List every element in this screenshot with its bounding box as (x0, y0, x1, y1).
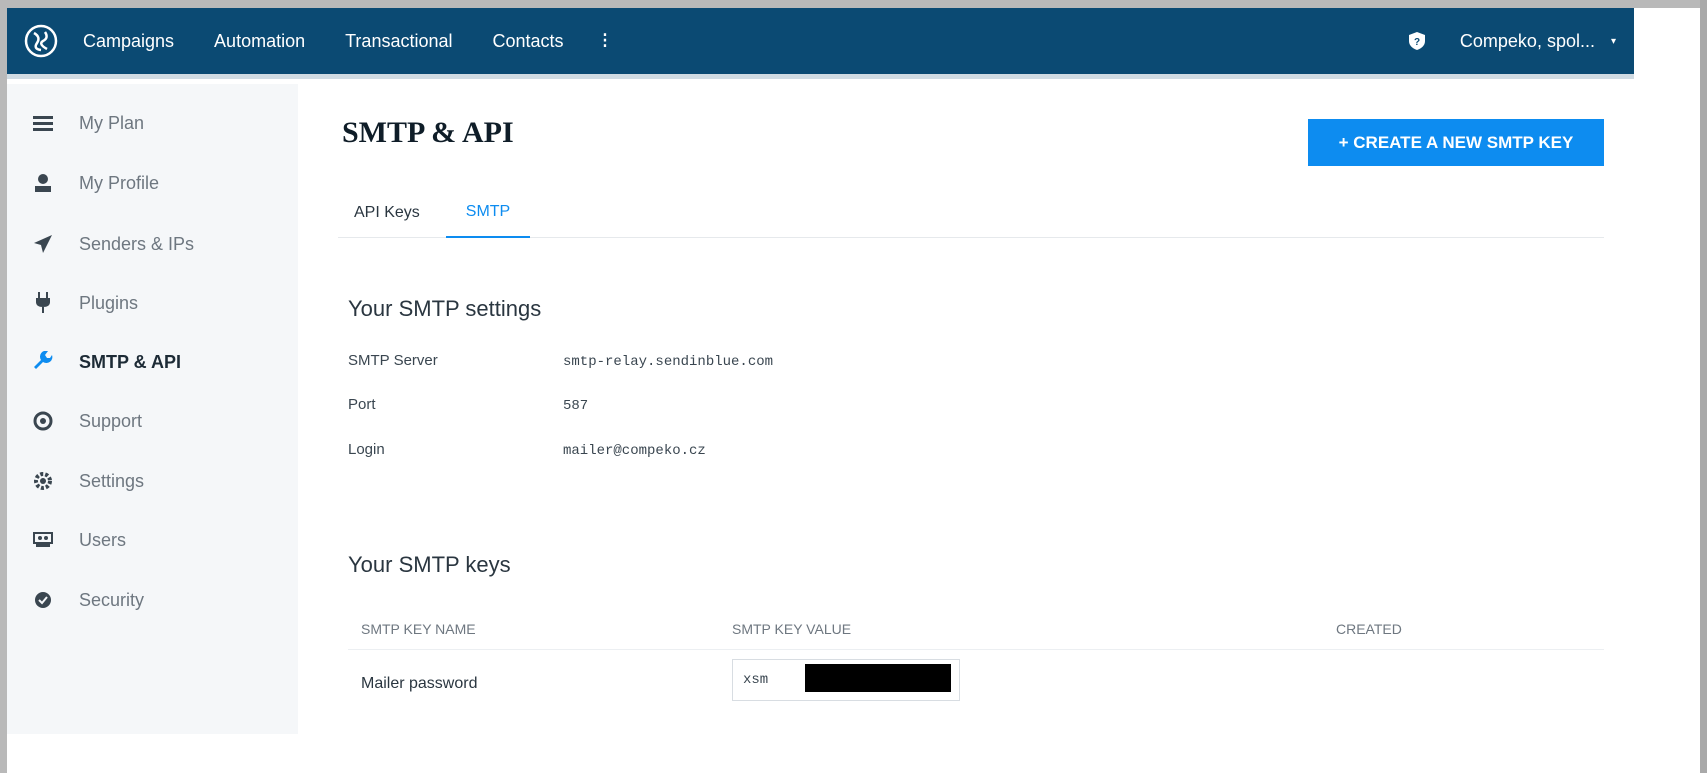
sidebar-item-settings[interactable]: Settings (31, 466, 144, 496)
port-value: 587 (563, 398, 589, 414)
sidebar-item-my-plan[interactable]: My Plan (31, 108, 144, 138)
brand-logo-icon[interactable] (21, 21, 61, 61)
column-header-key-value: SMTP KEY VALUE (732, 621, 852, 637)
tab-smtp[interactable]: SMTP (446, 188, 530, 238)
sidebar-item-label: Security (79, 589, 145, 610)
create-smtp-key-button[interactable]: + CREATE A NEW SMTP KEY (1308, 119, 1604, 166)
smtp-key-value-field[interactable]: xsm (732, 659, 960, 701)
column-header-created: CREATED (1336, 621, 1402, 637)
support-icon (31, 410, 55, 432)
sidebar-item-label: Users (79, 529, 127, 550)
nav-campaigns[interactable]: Campaigns (83, 31, 174, 52)
page-title: SMTP & API (342, 116, 514, 149)
smtp-keys-title: Your SMTP keys (348, 552, 511, 577)
sidebar: My Plan My Profile Senders & IPs Plugins… (7, 84, 298, 734)
sidebar-item-plugins[interactable]: Plugins (31, 288, 138, 318)
sidebar-item-security[interactable]: Security (31, 585, 144, 615)
main-content: SMTP & API + CREATE A NEW SMTP KEY API K… (298, 84, 1634, 773)
users-icon (31, 529, 55, 551)
sidebar-item-label: My Plan (79, 112, 145, 133)
smtp-server-label: SMTP Server (348, 352, 438, 369)
sidebar-item-label: SMTP & API (79, 351, 182, 372)
chevron-down-icon: ▾ (1610, 35, 1616, 47)
plug-icon (31, 292, 55, 314)
nav-contacts[interactable]: Contacts (493, 31, 564, 52)
column-header-key-name: SMTP KEY NAME (361, 621, 476, 637)
nav-automation[interactable]: Automation (214, 31, 305, 52)
sidebar-item-smtp-api[interactable]: SMTP & API (31, 347, 181, 377)
sidebar-item-label: Senders & IPs (79, 233, 195, 254)
user-icon (31, 172, 55, 194)
more-menu-icon[interactable]: ⁝ (602, 28, 609, 54)
sidebar-item-users[interactable]: Users (31, 525, 126, 555)
tab-bar: API Keys SMTP (338, 188, 1604, 238)
gear-icon (31, 470, 55, 492)
redaction-block (805, 664, 951, 692)
app-window: Campaigns Automation Transactional Conta… (7, 8, 1634, 773)
account-menu[interactable]: Compeko, spol... ▾ (1460, 31, 1616, 52)
window-margin (1634, 8, 1707, 773)
smtp-key-value-prefix: xsm (743, 672, 769, 688)
sidebar-item-label: Plugins (79, 292, 139, 313)
sidebar-item-label: Support (79, 410, 143, 431)
sidebar-item-senders-ips[interactable]: Senders & IPs (31, 229, 194, 259)
login-value: mailer@compeko.cz (563, 443, 706, 459)
send-icon (31, 233, 55, 255)
svg-text:?: ? (1414, 37, 1420, 48)
tab-api-keys[interactable]: API Keys (354, 188, 420, 238)
login-label: Login (348, 441, 385, 458)
table-divider (348, 649, 1604, 650)
smtp-settings-title: Your SMTP settings (348, 296, 542, 321)
help-icon[interactable]: ? (1406, 30, 1428, 52)
nav-transactional[interactable]: Transactional (345, 31, 452, 52)
smtp-server-value: smtp-relay.sendinblue.com (563, 354, 774, 370)
menu-icon (31, 112, 55, 134)
shield-icon (31, 589, 55, 611)
sidebar-item-support[interactable]: Support (31, 406, 142, 436)
top-navigation: Campaigns Automation Transactional Conta… (7, 8, 1634, 79)
smtp-key-name-cell: Mailer password (361, 675, 478, 692)
sidebar-item-my-profile[interactable]: My Profile (31, 168, 159, 198)
top-right-area: ? Compeko, spol... ▾ (1406, 30, 1616, 52)
sidebar-item-label: My Profile (79, 172, 160, 193)
account-name: Compeko, spol... (1459, 30, 1595, 51)
screen-edge (1700, 0, 1707, 773)
port-label: Port (348, 396, 376, 413)
sidebar-item-label: Settings (79, 470, 145, 491)
wrench-icon (31, 351, 55, 373)
